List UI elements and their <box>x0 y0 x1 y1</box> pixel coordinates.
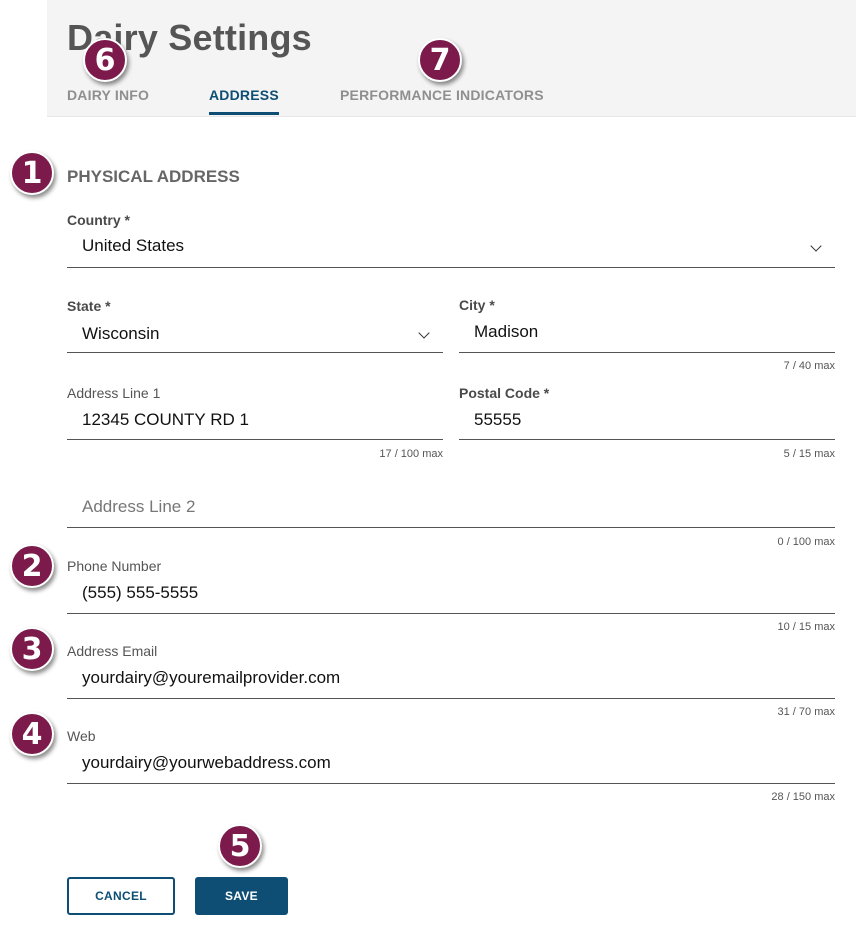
callout-marker-3: 3 <box>10 627 54 671</box>
country-value: United States <box>82 236 185 255</box>
state-label: State * <box>67 298 111 314</box>
address-line2-counter: 0 / 100 max <box>777 536 835 548</box>
tab-performance-indicators[interactable]: PERFORMANCE INDICATORS <box>340 87 544 115</box>
address-line1-counter: 17 / 100 max <box>379 448 443 460</box>
address-line1-underline <box>67 439 443 440</box>
address-line1-value: 12345 COUNTY RD 1 <box>82 410 249 429</box>
phone-field[interactable]: Phone Number (555) 555-5555 10 / 15 max <box>67 558 835 636</box>
postal-code-underline <box>459 439 835 440</box>
web-underline <box>67 783 835 784</box>
state-underline <box>67 352 443 353</box>
country-label: Country * <box>67 212 130 228</box>
web-value: yourdairy@yourwebaddress.com <box>82 753 331 772</box>
email-underline <box>67 698 835 699</box>
callout-marker-1: 1 <box>10 151 54 195</box>
city-value: Madison <box>474 322 539 341</box>
chevron-down-icon <box>810 240 822 252</box>
postal-code-label: Postal Code * <box>459 385 550 401</box>
address-line2-underline <box>67 527 835 528</box>
city-field[interactable]: City * Madison 7 / 40 max <box>459 297 835 375</box>
phone-counter: 10 / 15 max <box>777 621 835 633</box>
email-value: yourdairy@youremailprovider.com <box>82 668 341 687</box>
email-label: Address Email <box>67 643 158 659</box>
section-heading: PHYSICAL ADDRESS <box>67 167 240 186</box>
save-button[interactable]: SAVE <box>195 877 288 915</box>
country-select[interactable]: Country * United States <box>67 212 835 270</box>
callout-marker-7: 7 <box>418 38 462 82</box>
web-counter: 28 / 150 max <box>771 791 835 803</box>
callout-marker-6: 6 <box>83 38 127 82</box>
phone-underline <box>67 613 835 614</box>
address-line1-field[interactable]: Address Line 1 12345 COUNTY RD 1 17 / 10… <box>67 385 443 463</box>
postal-code-field[interactable]: Postal Code * 55555 5 / 15 max <box>459 385 835 463</box>
postal-code-value: 55555 <box>474 410 522 429</box>
state-select[interactable]: State * Wisconsin <box>67 298 443 356</box>
web-field[interactable]: Web yourdairy@yourwebaddress.com 28 / 15… <box>67 728 835 806</box>
callout-marker-5: 5 <box>218 824 262 868</box>
address-line2-placeholder: Address Line 2 <box>82 497 196 516</box>
tab-address[interactable]: ADDRESS <box>209 87 279 115</box>
tab-dairy-info[interactable]: DAIRY INFO <box>67 87 149 115</box>
city-underline <box>459 352 835 353</box>
email-counter: 31 / 70 max <box>777 706 835 718</box>
city-label: City * <box>459 297 495 313</box>
email-field[interactable]: Address Email yourdairy@youremailprovide… <box>67 643 835 721</box>
address-line1-label: Address Line 1 <box>67 385 161 401</box>
web-label: Web <box>67 728 96 744</box>
postal-code-counter: 5 / 15 max <box>783 448 835 460</box>
callout-marker-2: 2 <box>10 544 54 588</box>
chevron-down-icon <box>418 327 430 339</box>
phone-value: (555) 555-5555 <box>82 583 199 602</box>
callout-marker-4: 4 <box>10 712 54 756</box>
country-underline <box>67 267 835 268</box>
state-value: Wisconsin <box>82 324 160 343</box>
address-line2-field[interactable]: Address Line 2 0 / 100 max <box>67 497 835 553</box>
city-counter: 7 / 40 max <box>783 360 835 372</box>
cancel-button[interactable]: CANCEL <box>67 877 175 915</box>
phone-label: Phone Number <box>67 558 162 574</box>
